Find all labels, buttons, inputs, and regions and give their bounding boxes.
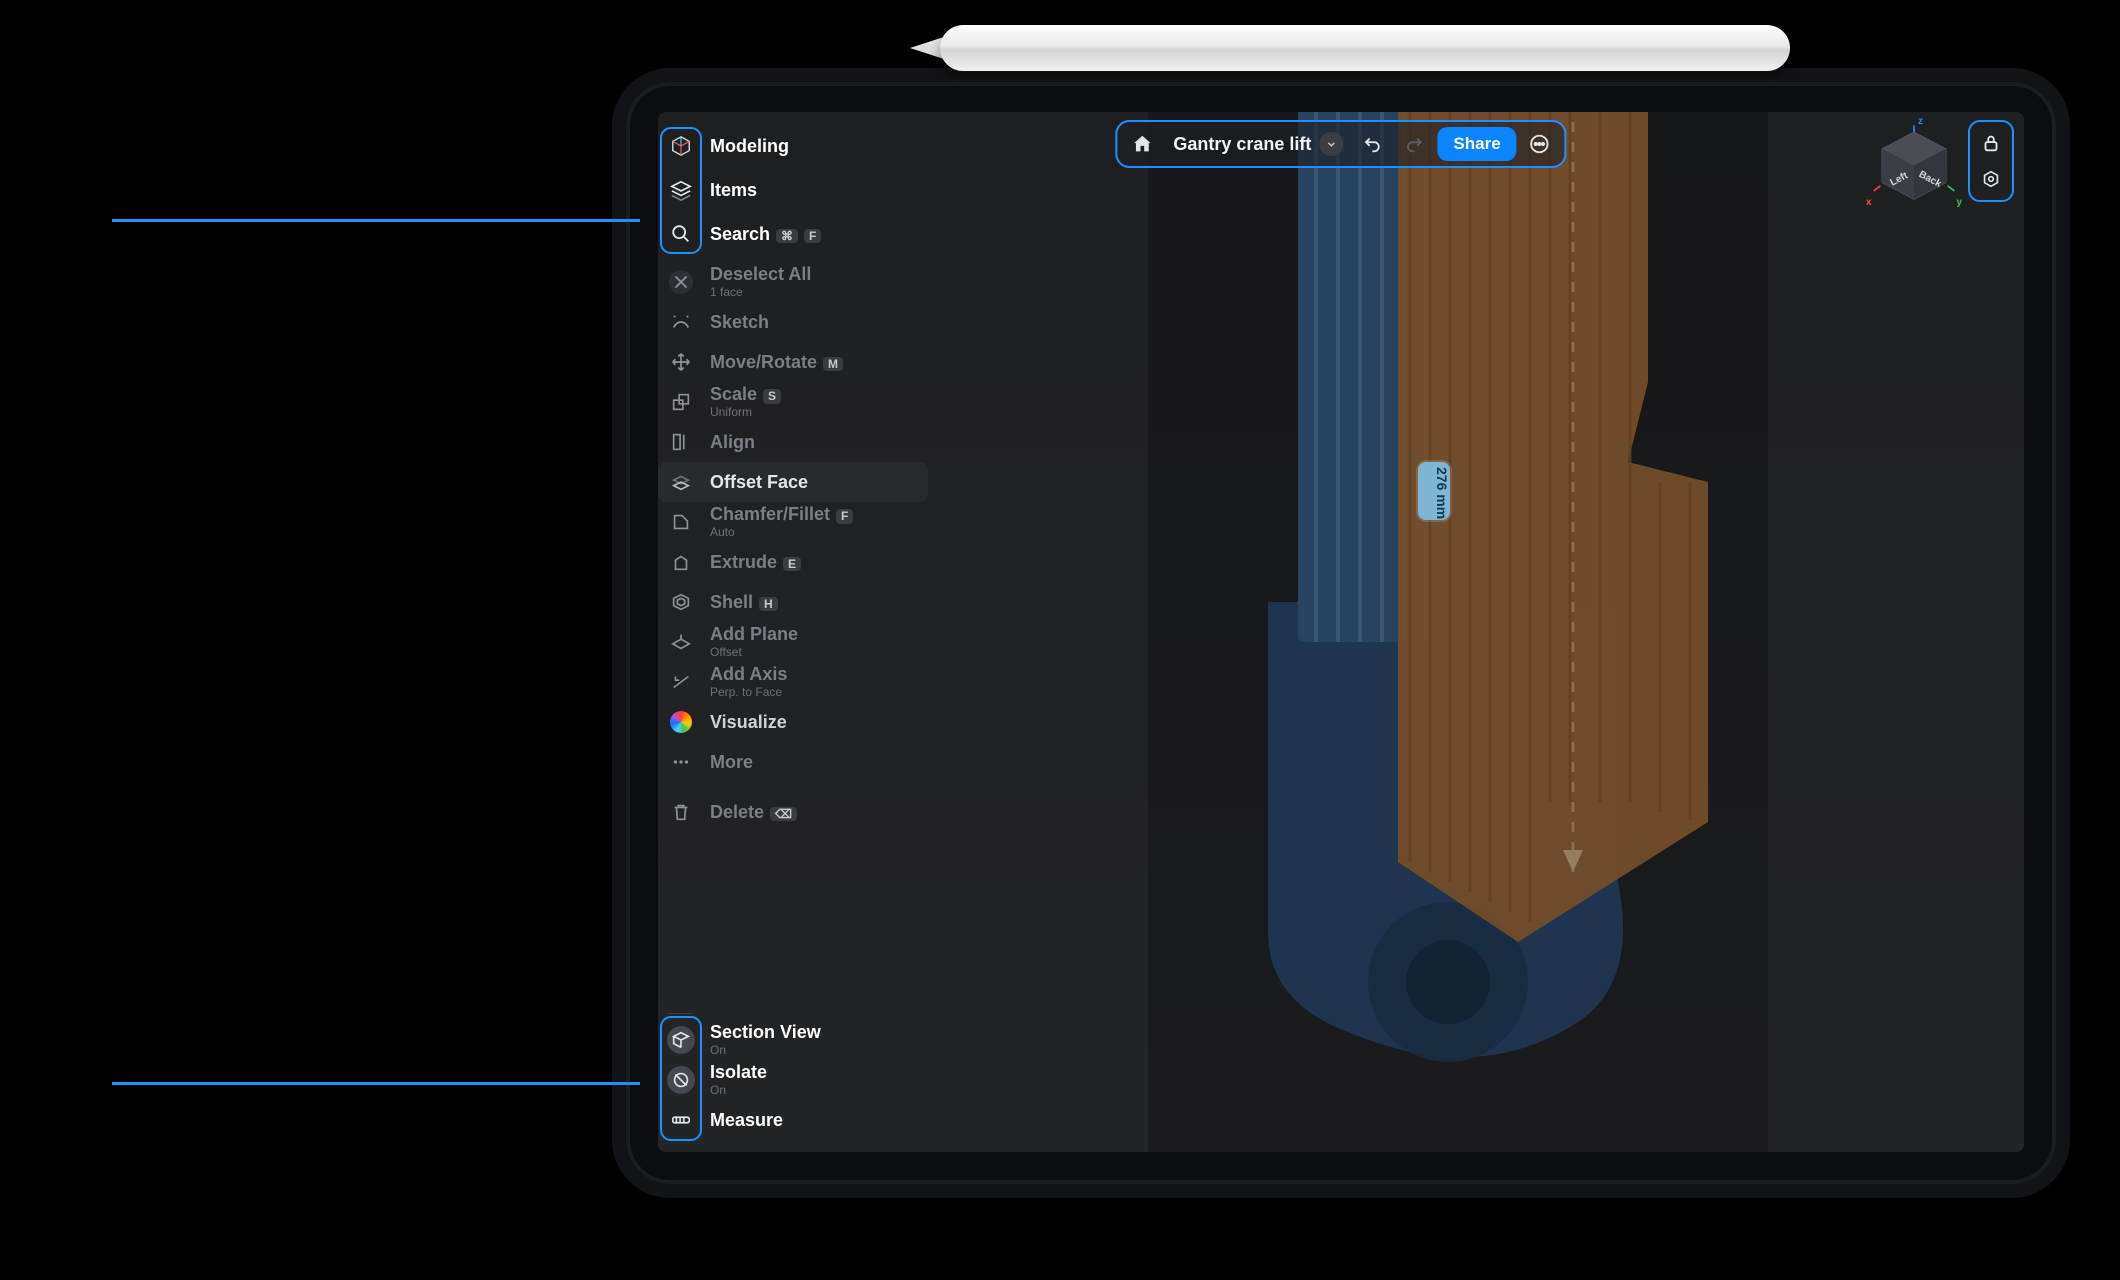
measure-icon bbox=[666, 1105, 696, 1135]
tool-isolate[interactable]: Isolate On bbox=[658, 1060, 928, 1100]
sidebar: Modeling Items Search⌘F bbox=[658, 112, 928, 1152]
layers-icon bbox=[666, 175, 696, 205]
tool-more[interactable]: More bbox=[658, 742, 928, 782]
add-plane-icon bbox=[666, 627, 696, 657]
sidebar-item-modeling[interactable]: Modeling bbox=[658, 124, 928, 168]
offset-face-icon bbox=[666, 467, 696, 497]
document-title[interactable]: Gantry crane lift bbox=[1165, 134, 1315, 155]
tool-visualize[interactable]: Visualize bbox=[658, 702, 928, 742]
annotation-line-top bbox=[112, 219, 640, 222]
tablet-frame: 276 mm Modeling Items bbox=[612, 68, 2070, 1198]
sidebar-item-items[interactable]: Items bbox=[658, 168, 928, 212]
more-menu-button[interactable] bbox=[1521, 125, 1559, 163]
shell-icon bbox=[666, 587, 696, 617]
items-label: Items bbox=[710, 181, 757, 200]
share-button[interactable]: Share bbox=[1437, 127, 1516, 161]
deselect-icon bbox=[666, 267, 696, 297]
search-label: Search⌘F bbox=[710, 225, 821, 244]
modeling-label: Modeling bbox=[710, 137, 789, 156]
redo-button[interactable] bbox=[1395, 125, 1433, 163]
right-stack bbox=[1968, 120, 2014, 202]
trash-icon bbox=[666, 797, 696, 827]
search-icon bbox=[666, 219, 696, 249]
tool-chamfer-fillet[interactable]: Chamfer/FilletF Auto bbox=[658, 502, 928, 542]
tool-deselect-all[interactable]: Deselect All 1 face bbox=[658, 262, 928, 302]
tool-delete[interactable]: Delete⌫ bbox=[658, 792, 928, 832]
scale-icon bbox=[666, 387, 696, 417]
right-cluster: Left Back z y x bbox=[1872, 120, 2014, 206]
tool-measure[interactable]: Measure bbox=[658, 1100, 928, 1140]
header-pill: Gantry crane lift Share bbox=[1115, 120, 1566, 168]
navigation-cube[interactable]: Left Back z y x bbox=[1872, 122, 1956, 206]
tool-scale[interactable]: ScaleS Uniform bbox=[658, 382, 928, 422]
navcube-axis-x: x bbox=[1866, 197, 1872, 208]
navcube-axis-y: y bbox=[1956, 197, 1962, 208]
measurement-pill[interactable]: 276 mm bbox=[1418, 462, 1450, 520]
chamfer-icon bbox=[666, 507, 696, 537]
isolate-icon bbox=[666, 1065, 696, 1095]
tool-sketch[interactable]: Sketch bbox=[658, 302, 928, 342]
tool-align[interactable]: Align bbox=[658, 422, 928, 462]
annotation-line-bottom bbox=[112, 1082, 640, 1085]
model-illustration bbox=[1148, 112, 1768, 1152]
add-axis-icon bbox=[666, 667, 696, 697]
undo-button[interactable] bbox=[1353, 125, 1391, 163]
section-view-icon bbox=[666, 1025, 696, 1055]
cube-icon bbox=[666, 131, 696, 161]
title-dropdown[interactable] bbox=[1319, 132, 1343, 156]
sketch-icon bbox=[666, 307, 696, 337]
sidebar-item-search[interactable]: Search⌘F bbox=[658, 212, 928, 256]
sidebar-bottom: Section View On Isolate On bbox=[658, 1005, 928, 1140]
app-screen: 276 mm Modeling Items bbox=[658, 112, 2024, 1152]
tool-extrude[interactable]: ExtrudeE bbox=[658, 542, 928, 582]
move-icon bbox=[666, 347, 696, 377]
visualize-icon bbox=[666, 707, 696, 737]
sidebar-divider bbox=[668, 1013, 692, 1014]
extrude-icon bbox=[666, 547, 696, 577]
more-icon bbox=[666, 747, 696, 777]
lock-button[interactable] bbox=[1974, 126, 2008, 160]
navcube-axis-z: z bbox=[1918, 116, 1923, 127]
tool-offset-face[interactable]: Offset Face bbox=[658, 462, 928, 502]
tool-add-axis[interactable]: Add Axis Perp. to Face bbox=[658, 662, 928, 702]
home-button[interactable] bbox=[1123, 125, 1161, 163]
tool-section-view[interactable]: Section View On bbox=[658, 1020, 928, 1060]
stylus bbox=[940, 25, 1790, 71]
tool-move-rotate[interactable]: Move/RotateM bbox=[658, 342, 928, 382]
tool-add-plane[interactable]: Add Plane Offset bbox=[658, 622, 928, 662]
view-settings-button[interactable] bbox=[1974, 162, 2008, 196]
tool-shell[interactable]: ShellH bbox=[658, 582, 928, 622]
align-icon bbox=[666, 427, 696, 457]
